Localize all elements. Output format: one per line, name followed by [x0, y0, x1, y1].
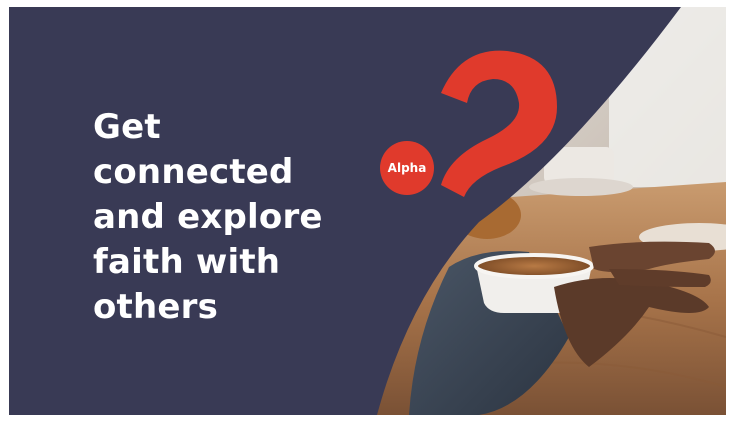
headline-line-5: others: [93, 287, 219, 327]
headline-line-1: Get: [93, 107, 161, 147]
promo-banner: Get connected and explore faith with oth…: [9, 7, 726, 415]
headline-line-3: and explore: [93, 197, 323, 237]
headline-line-4: faith with: [93, 242, 281, 282]
headline-line-2: connected: [93, 152, 294, 192]
page-canvas: Get connected and explore faith with oth…: [0, 0, 734, 422]
alpha-logo-label: Alpha: [387, 161, 427, 175]
headline: Get connected and explore faith with oth…: [93, 105, 393, 330]
